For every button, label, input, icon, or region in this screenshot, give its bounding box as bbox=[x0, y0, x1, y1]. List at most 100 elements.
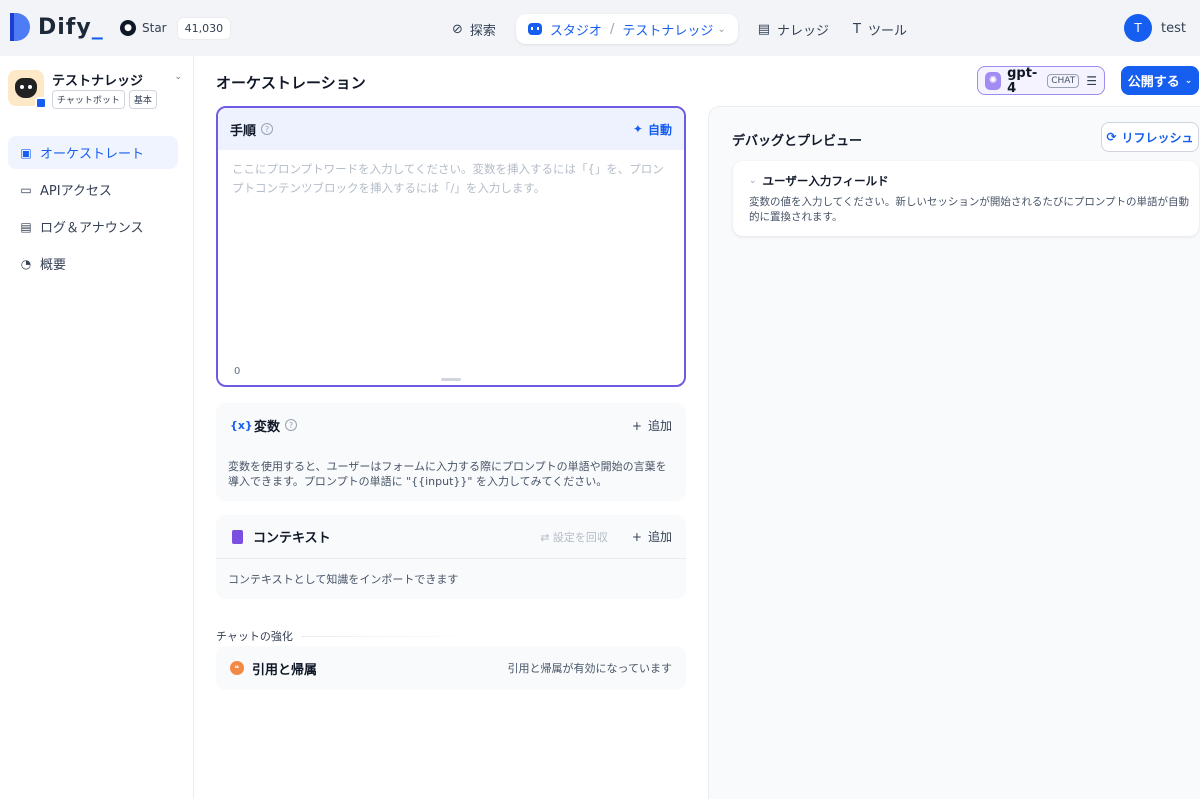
raccoon-icon bbox=[15, 78, 37, 98]
app-name: テストナレッジ bbox=[52, 74, 144, 89]
context-card: コンテキスト ⇄ 設定を回収 + 追加 コンテキストとして知識をインポートできます bbox=[216, 515, 686, 599]
nav-tools[interactable]: T ツール bbox=[841, 14, 919, 44]
user-input-field-description: 変数の値を入力してください。新しいセッションが開始されるたびにプロンプトの単語が… bbox=[749, 196, 1190, 223]
sidebar-item-label: ログ＆アナウンス bbox=[40, 221, 144, 236]
help-icon[interactable]: ? bbox=[261, 123, 274, 135]
add-label: 追加 bbox=[647, 418, 672, 433]
chevron-down-icon: ⌄ bbox=[1184, 75, 1193, 86]
nav-knowledge-label: ナレッジ bbox=[777, 23, 830, 39]
brand-name: Dify bbox=[38, 14, 92, 40]
prompt-header: 手順 ? ✦ 自動 bbox=[218, 108, 684, 150]
nav-studio-label: スタジオ bbox=[549, 23, 602, 39]
sidebar-item-overview[interactable]: ◔ 概要 bbox=[8, 247, 178, 280]
layout-icon: ▣ bbox=[20, 145, 32, 160]
context-description: コンテキストとして知識をインポートできます bbox=[228, 573, 459, 586]
add-label: 追加 bbox=[647, 530, 672, 544]
citation-status: 引用と帰属が有効になっています bbox=[507, 662, 672, 675]
plus-icon: + bbox=[631, 530, 642, 544]
context-header: コンテキスト ⇄ 設定を回収 + 追加 bbox=[216, 515, 686, 559]
prompt-title: 手順 bbox=[230, 123, 257, 139]
user-input-field-card: ⌄ ユーザー入力フィールド 変数の値を入力してください。新しいセッションが開始さ… bbox=[733, 161, 1199, 236]
sidebar-item-label: APIアクセス bbox=[40, 184, 112, 199]
model-selector-button[interactable]: ✺ gpt-4 CHAT ☰ bbox=[977, 65, 1105, 96]
sidebar-item-label: 概要 bbox=[40, 258, 67, 273]
add-variable-button[interactable]: + 追加 bbox=[632, 417, 672, 434]
sidebar-item-label: オーケストレート bbox=[40, 147, 145, 162]
avatar[interactable]: T bbox=[1124, 14, 1153, 42]
chatbot-badge-icon bbox=[35, 97, 47, 109]
main-nav: ⊘ 探索 スタジオ / テストナレッジ ⌄ ▤ ナレッジ T ツール bbox=[440, 14, 919, 44]
model-mode-tag: CHAT bbox=[1047, 73, 1080, 88]
refresh-label: リフレッシュ bbox=[1121, 130, 1194, 145]
variables-card: {x} 変数 ? + 追加 変数を使用すると、ユーザーはフォームに入力する際にプロ… bbox=[216, 403, 686, 501]
github-icon: ● bbox=[120, 20, 136, 36]
file-list-icon: ▤ bbox=[20, 219, 32, 234]
sidebar-item-logs[interactable]: ▤ ログ＆アナウンス bbox=[8, 210, 178, 243]
chevron-down-icon[interactable]: ⌄ bbox=[174, 72, 182, 82]
context-title: コンテキスト bbox=[253, 531, 331, 546]
app-icon bbox=[8, 70, 47, 109]
app-type-tag: チャットボット bbox=[52, 90, 125, 109]
app-sidebar: テストナレッジ ⌄ チャットボット 基本 ▣ オーケストレート ▭ APIアクセ… bbox=[0, 56, 194, 799]
sliders-icon[interactable]: ☰ bbox=[1086, 74, 1097, 88]
brand-underscore: _ bbox=[91, 14, 104, 40]
chat-enhance-section-title: チャットの強化 bbox=[216, 628, 686, 644]
app-selector[interactable]: テストナレッジ ⌄ チャットボット 基本 bbox=[8, 68, 186, 116]
document-icon bbox=[232, 529, 243, 544]
dify-logo-icon bbox=[10, 13, 30, 41]
book-icon: ▤ bbox=[757, 21, 771, 37]
auto-generate-button[interactable]: ✦ 自動 bbox=[633, 121, 672, 138]
citation-card[interactable]: ❝ 引用と帰属 引用と帰属が有効になっています bbox=[216, 646, 686, 690]
sidebar-item-orchestrate[interactable]: ▣ オーケストレート bbox=[8, 136, 178, 169]
chevron-down-icon[interactable]: ⌄ bbox=[749, 176, 757, 186]
nav-studio[interactable]: スタジオ / テストナレッジ ⌄ bbox=[515, 14, 738, 44]
user-menu[interactable]: T test bbox=[1124, 14, 1186, 42]
app-tags: チャットボット 基本 bbox=[52, 90, 157, 109]
openai-icon: ✺ bbox=[985, 71, 1002, 90]
terminal-icon: ▭ bbox=[20, 182, 32, 197]
prompt-char-count: 0 bbox=[234, 366, 241, 377]
auto-label: 自動 bbox=[647, 122, 672, 137]
top-navigation-bar: Dify_ ● Star 41,030 ⊘ 探索 スタジオ / テストナレッジ … bbox=[0, 0, 1200, 56]
debug-preview-panel: デバッグとプレビュー ⟳ リフレッシュ ⌄ ユーザー入力フィールド 変数の値を入… bbox=[708, 106, 1200, 799]
prompt-editor-card: 手順 ? ✦ 自動 ここにプロンプトワードを入力してください。変数を挿入するには… bbox=[216, 106, 686, 387]
github-star-link[interactable]: ● Star 41,030 bbox=[120, 15, 232, 41]
add-context-button[interactable]: + 追加 bbox=[632, 528, 672, 545]
github-star-label: Star bbox=[142, 21, 167, 35]
divider bbox=[300, 635, 481, 637]
user-input-field-header[interactable]: ⌄ ユーザー入力フィールド bbox=[749, 173, 889, 189]
dashboard-icon: ◔ bbox=[20, 256, 32, 271]
user-name: test bbox=[1161, 20, 1186, 36]
resize-handle[interactable] bbox=[441, 378, 461, 381]
publish-button[interactable]: 公開する ⌄ bbox=[1121, 66, 1199, 95]
compass-icon: ⊘ bbox=[452, 21, 463, 37]
nav-studio-app-label[interactable]: テストナレッジ bbox=[622, 20, 713, 39]
chat-enhance-label: チャットの強化 bbox=[216, 630, 293, 643]
quote-icon: ❝ bbox=[230, 661, 244, 675]
nav-explore-label: 探索 bbox=[469, 23, 496, 39]
variables-title: 変数 bbox=[254, 419, 281, 435]
recall-label: 設定を回収 bbox=[552, 530, 608, 544]
nav-explore[interactable]: ⊘ 探索 bbox=[440, 14, 508, 44]
github-star-count: 41,030 bbox=[176, 16, 232, 40]
hammer-icon: T bbox=[853, 21, 861, 37]
recall-settings-button[interactable]: ⇄ 設定を回収 bbox=[540, 529, 608, 545]
help-icon[interactable]: ? bbox=[285, 419, 298, 431]
dify-logo[interactable]: Dify_ bbox=[10, 13, 104, 41]
refresh-button[interactable]: ⟳ リフレッシュ bbox=[1101, 122, 1199, 152]
sidebar-nav: ▣ オーケストレート ▭ APIアクセス ▤ ログ＆アナウンス ◔ 概要 bbox=[8, 136, 178, 284]
sparkle-icon: ✦ bbox=[632, 122, 643, 136]
variables-header: {x} 変数 ? + 追加 bbox=[216, 403, 686, 447]
sidebar-item-api-access[interactable]: ▭ APIアクセス bbox=[8, 173, 178, 206]
page-title: オーケストレーション bbox=[216, 74, 366, 92]
main-content: オーケストレーション ✺ gpt-4 CHAT ☰ 公開する ⌄ 手順 ? ✦ … bbox=[194, 56, 1200, 799]
model-name: gpt-4 bbox=[1007, 65, 1038, 96]
app-mode-tag: 基本 bbox=[128, 90, 157, 109]
citation-title: 引用と帰属 bbox=[252, 662, 318, 678]
prompt-textarea[interactable]: ここにプロンプトワードを入力してください。変数を挿入するには「{」を、プロンプト… bbox=[218, 150, 684, 208]
debug-title: デバッグとプレビュー bbox=[732, 134, 863, 149]
variable-icon: {x} bbox=[230, 418, 253, 432]
publish-label: 公開する bbox=[1127, 75, 1180, 90]
nav-knowledge[interactable]: ▤ ナレッジ bbox=[746, 14, 841, 44]
chevron-down-icon[interactable]: ⌄ bbox=[717, 24, 725, 35]
